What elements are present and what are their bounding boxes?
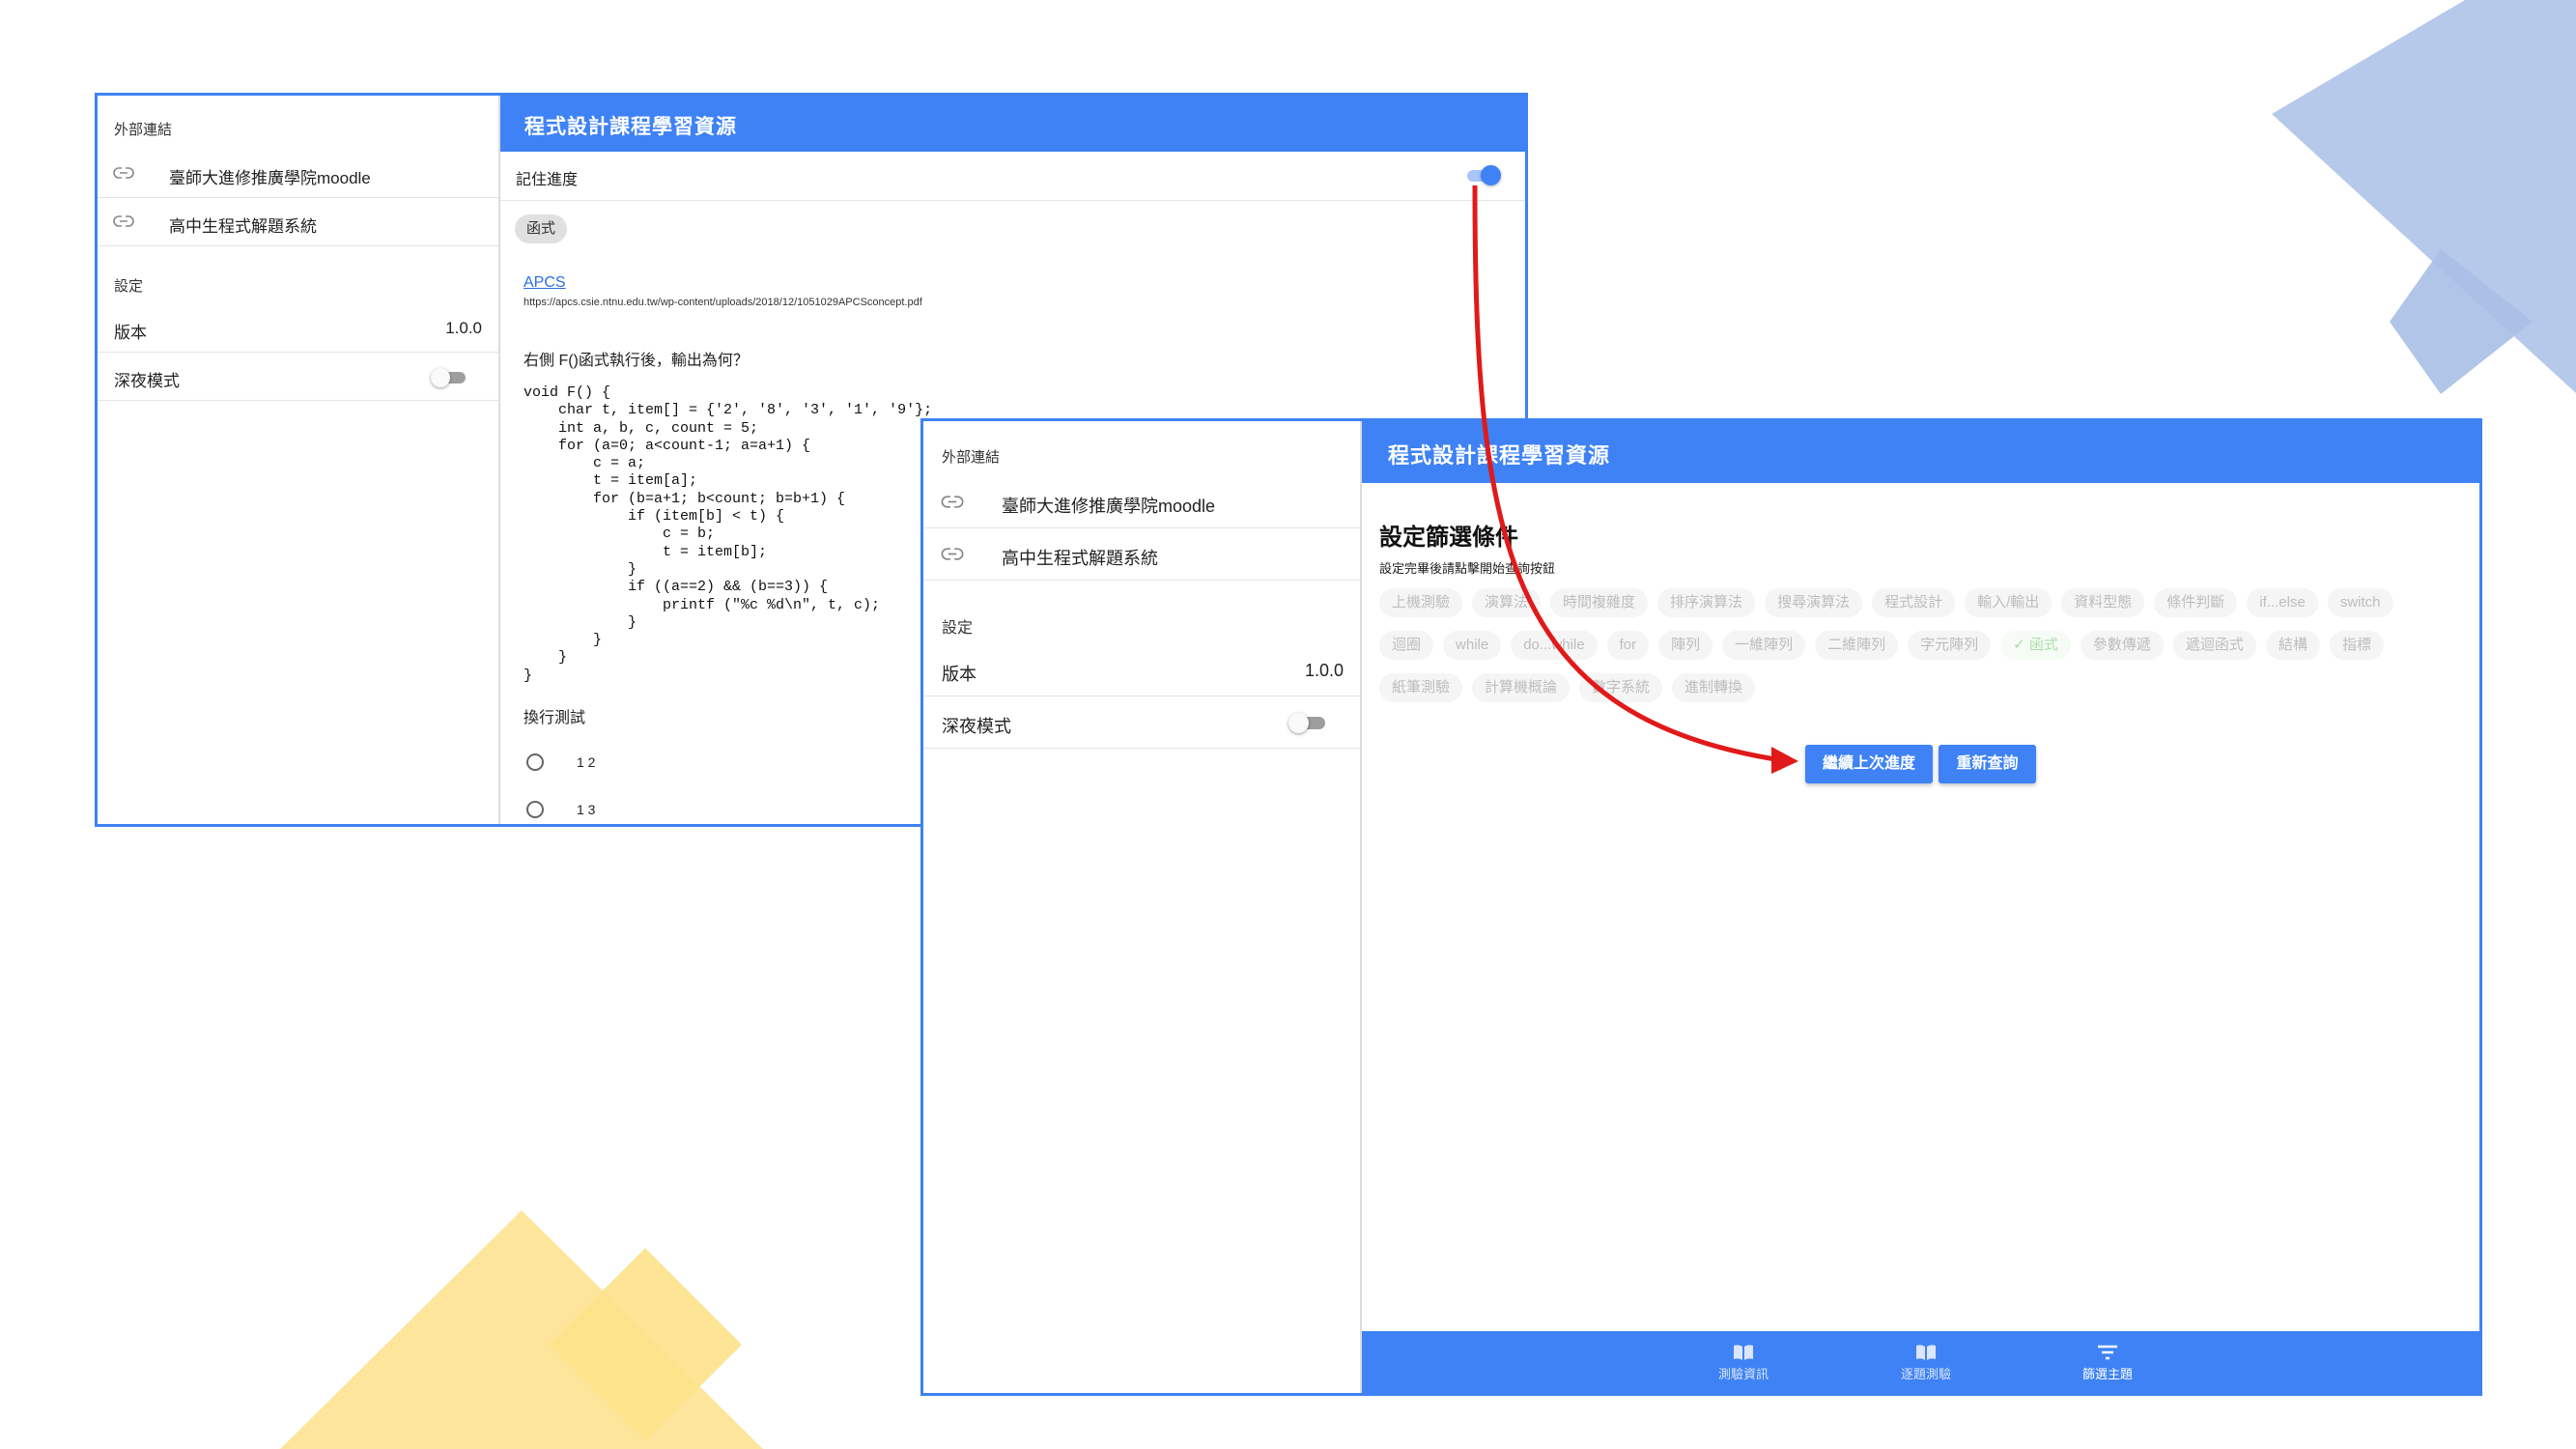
annotation-arrow (1472, 185, 1798, 774)
